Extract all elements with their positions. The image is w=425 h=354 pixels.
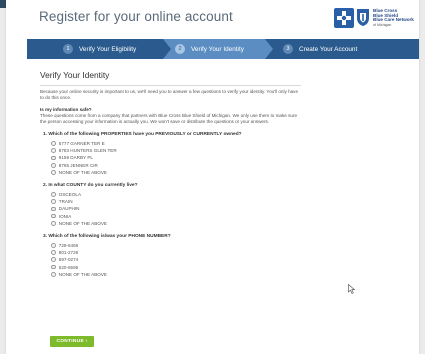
option-label: 597-0274 bbox=[58, 257, 79, 263]
step-number: 3 bbox=[283, 44, 293, 54]
answer-option[interactable]: DAUPHIN bbox=[51, 205, 300, 212]
step-label: Create Your Account bbox=[299, 45, 358, 53]
continue-button[interactable]: CONTINUE › bbox=[50, 336, 94, 347]
option-label: OSCEOLA bbox=[58, 192, 82, 198]
question-2: 2. In what COUNTY do you currently live?… bbox=[40, 183, 300, 227]
step-number: 1 bbox=[63, 44, 73, 54]
option-label: TRAIN bbox=[58, 199, 73, 205]
radio-button[interactable] bbox=[51, 155, 56, 161]
option-label: 9159 DARBY PL bbox=[58, 155, 93, 161]
radio-button[interactable] bbox=[51, 250, 56, 256]
step-label: Verify Your Eligibility bbox=[79, 45, 137, 53]
blue-cross-logo-icon bbox=[334, 8, 354, 28]
section-title: Verify Your Identity bbox=[40, 70, 110, 80]
option-label: 8765 JENNER CIR bbox=[58, 162, 98, 168]
page-title: Register for your online account bbox=[39, 9, 233, 24]
radio-button[interactable] bbox=[51, 162, 56, 168]
option-label: 5777 GARNER TER E bbox=[58, 141, 105, 147]
answer-option[interactable]: 5777 GARNER TER E bbox=[51, 140, 300, 147]
logo-subtext: of Michigan bbox=[373, 22, 392, 27]
question-title: 3. Which of the following is/was your PH… bbox=[43, 233, 171, 239]
option-label: 728-6466 bbox=[58, 242, 79, 248]
registration-page: Register for your online account Blue Cr… bbox=[6, 0, 419, 354]
option-label: 520-6595 bbox=[58, 264, 79, 270]
question-title: 2. In what COUNTY do you currently live? bbox=[43, 182, 138, 188]
step-number: 2 bbox=[175, 44, 185, 54]
safe-text: These questions come from a company that… bbox=[40, 113, 298, 124]
question-options: 5777 GARNER TER E 8783 HUNTERS GLEN TER … bbox=[51, 140, 300, 176]
radio-button[interactable] bbox=[51, 192, 56, 197]
question-title: 1. Which of the following PROPERTIES hav… bbox=[43, 132, 242, 137]
answer-option[interactable]: 728-6466 bbox=[51, 242, 300, 249]
mouse-cursor-icon bbox=[348, 284, 356, 294]
answer-option[interactable]: TRAIN bbox=[51, 198, 300, 205]
radio-button[interactable] bbox=[51, 148, 56, 154]
radio-button[interactable] bbox=[51, 220, 56, 226]
option-label: IONIA bbox=[58, 213, 72, 219]
radio-button[interactable] bbox=[51, 243, 56, 248]
intro-text: Because your online security is importan… bbox=[40, 89, 299, 100]
question-options: OSCEOLA TRAIN DAUPHIN IONIA NONE OF THE … bbox=[51, 191, 300, 227]
radio-button[interactable] bbox=[51, 141, 56, 146]
answer-option[interactable]: 8765 JENNER CIR bbox=[51, 162, 300, 169]
answer-option[interactable]: IONIA bbox=[51, 213, 300, 220]
page-header: Register for your online account Blue Cr… bbox=[6, 0, 419, 34]
answer-option[interactable]: 8783 HUNTERS GLEN TER bbox=[51, 147, 300, 154]
radio-button[interactable] bbox=[51, 271, 56, 277]
radio-button[interactable] bbox=[51, 206, 56, 212]
question-options: 728-6466 801-2726 597-0274 520-6595 NONE… bbox=[51, 242, 300, 278]
answer-option[interactable]: NONE OF THE ABOVE bbox=[51, 169, 300, 176]
progress-stepbar: 1 Verify Your Eligibility 2 Verify Your … bbox=[27, 39, 419, 59]
option-label: NONE OF THE ABOVE bbox=[58, 220, 107, 226]
answer-option[interactable]: 801-2726 bbox=[51, 249, 300, 256]
option-label: NONE OF THE ABOVE bbox=[58, 169, 107, 175]
blue-shield-logo-icon bbox=[357, 9, 369, 26]
step-divider-1 bbox=[163, 39, 171, 59]
radio-button[interactable] bbox=[51, 264, 56, 270]
answer-option[interactable]: 597-0274 bbox=[51, 256, 300, 263]
main-content: Verify Your Identity Because your online… bbox=[40, 66, 301, 278]
radio-button[interactable] bbox=[51, 169, 56, 175]
step-create-account: 3 Create Your Account bbox=[283, 39, 357, 59]
radio-button[interactable] bbox=[51, 257, 56, 263]
option-label: 801-2726 bbox=[58, 250, 79, 256]
option-label: NONE OF THE ABOVE bbox=[58, 271, 107, 277]
question-3: 3. Which of the following is/was your PH… bbox=[40, 234, 300, 278]
answer-option[interactable]: NONE OF THE ABOVE bbox=[51, 271, 300, 278]
divider bbox=[40, 85, 301, 86]
logo-wordmark: Blue Cross Blue Shield Blue Care Network… bbox=[373, 8, 423, 27]
step-divider-2 bbox=[265, 39, 273, 59]
step-label: Verify Your Identity bbox=[191, 45, 244, 53]
question-1: 1. Which of the following PROPERTIES hav… bbox=[40, 132, 300, 176]
option-label: DAUPHIN bbox=[58, 206, 80, 212]
step-verify-eligibility: 1 Verify Your Eligibility bbox=[63, 39, 136, 59]
step-verify-identity: 2 Verify Your Identity bbox=[175, 39, 244, 59]
option-label: 8783 HUNTERS GLEN TER bbox=[58, 148, 117, 154]
answer-option[interactable]: 520-6595 bbox=[51, 263, 300, 270]
radio-button[interactable] bbox=[51, 199, 56, 205]
safe-heading: Is my information safe? bbox=[40, 107, 92, 112]
answer-option[interactable]: NONE OF THE ABOVE bbox=[51, 220, 300, 227]
radio-button[interactable] bbox=[51, 213, 56, 219]
answer-option[interactable]: OSCEOLA bbox=[51, 191, 300, 198]
answer-option[interactable]: 9159 DARBY PL bbox=[51, 154, 300, 161]
